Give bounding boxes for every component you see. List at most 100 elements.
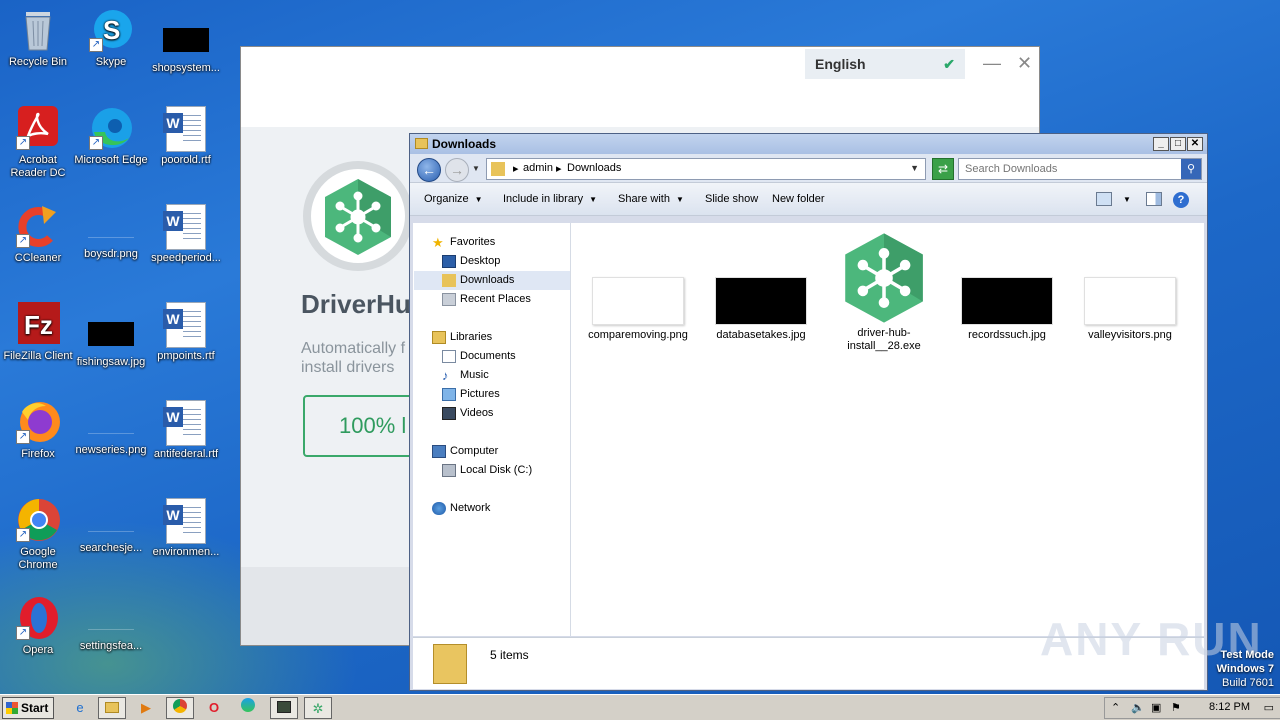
clock[interactable]: 8:12 PM	[1209, 701, 1250, 713]
image-thumbnail	[88, 322, 134, 346]
desktop-icon-speedperiod[interactable]: W speedperiod...	[148, 204, 224, 265]
shortcut-arrow-icon: ↗	[89, 38, 103, 52]
file-item[interactable]: valleyvisitors.png	[1075, 277, 1185, 342]
explorer-window: Downloads _ □ ✕ ← → ▼ ▸ admin ▸ Download…	[409, 133, 1208, 691]
change-view-icon[interactable]	[1096, 192, 1112, 206]
desktop-icon-settingsfea[interactable]: settingsfea...	[73, 596, 149, 653]
show-desktop-icon[interactable]: ▭	[1264, 701, 1274, 714]
slide-show-button[interactable]: Slide show	[705, 193, 758, 205]
desktop-icon-chrome[interactable]: ↗ Google Chrome	[0, 498, 76, 572]
maximize-button[interactable]: □	[1170, 137, 1186, 151]
desktop-icon-opera[interactable]: ↗ Opera	[0, 596, 76, 657]
desktop-icon-environmen[interactable]: W environmen...	[148, 498, 224, 559]
network-tool-taskbar-icon[interactable]	[270, 697, 298, 719]
breadcrumb-downloads[interactable]: Downloads	[567, 162, 621, 174]
new-folder-button[interactable]: New folder	[772, 193, 825, 205]
nav-desktop[interactable]: Desktop	[440, 252, 500, 271]
share-with-button[interactable]: Share with ▼	[618, 193, 684, 205]
search-input[interactable]	[959, 159, 1177, 179]
file-item[interactable]: recordssuch.jpg	[952, 277, 1062, 342]
nav-label: Pictures	[460, 388, 500, 400]
desktop-icon-label: fishingsaw.jpg	[76, 356, 146, 368]
desktop-icon-firefox[interactable]: ↗ Firefox	[0, 400, 76, 461]
desktop-icon-acrobat[interactable]: ↗ Acrobat Reader DC	[0, 106, 76, 180]
chevron-down-icon[interactable]: ▼	[910, 163, 919, 173]
command-bar: Organize ▼ Include in library ▼ Share with…	[410, 182, 1207, 216]
internet-explorer-icon[interactable]: e	[66, 697, 94, 719]
address-input[interactable]: ▸ admin ▸ Downloads ▼	[486, 158, 926, 180]
image-thumbnail	[88, 508, 134, 532]
show-hidden-icons-icon[interactable]: ⌃	[1111, 701, 1120, 714]
nav-music[interactable]: ♪ Music	[440, 366, 489, 385]
driverhub-taskbar-icon[interactable]: ✲	[304, 697, 332, 719]
nav-documents[interactable]: Documents	[440, 347, 516, 366]
nav-libraries[interactable]: Libraries	[430, 328, 492, 347]
desktop-icon-recycle-bin[interactable]: Recycle Bin	[0, 8, 76, 69]
network-status-icon[interactable]: ▣	[1151, 701, 1161, 714]
nav-pictures[interactable]: Pictures	[440, 385, 500, 404]
file-item[interactable]: databasetakes.jpg	[706, 277, 816, 342]
desktop-icon-ccleaner[interactable]: ↗ CCleaner	[0, 204, 76, 265]
explorer-taskbar-icon[interactable]	[98, 697, 126, 719]
language-value: English	[815, 56, 866, 72]
file-item[interactable]: driver-hub-install__28.exe	[829, 231, 939, 353]
image-thumbnail	[163, 28, 209, 52]
language-select[interactable]: English ✔	[805, 49, 965, 79]
nav-videos[interactable]: Videos	[440, 404, 493, 423]
chevron-down-icon: ▼	[474, 195, 483, 204]
breadcrumb-admin[interactable]: admin	[523, 162, 553, 174]
search-icon[interactable]: ⚲	[1181, 159, 1201, 179]
desktop-icon-boysdr[interactable]: boysdr.png	[73, 204, 149, 261]
nav-favorites[interactable]: ★ Favorites	[430, 233, 495, 252]
forward-button[interactable]: →	[445, 158, 469, 182]
back-button[interactable]: ←	[417, 158, 441, 182]
chrome-taskbar-icon[interactable]	[166, 697, 194, 719]
nav-network[interactable]: Network	[430, 499, 490, 518]
music-icon: ♪	[442, 368, 449, 383]
help-icon[interactable]: ?	[1173, 192, 1189, 208]
address-bar: ← → ▼ ▸ admin ▸ Downloads ▼ ⇄ ⚲	[410, 154, 1207, 182]
minimize-button[interactable]: _	[1153, 137, 1169, 151]
desktop-icon-pmpoints[interactable]: W pmpoints.rtf	[148, 302, 224, 363]
preview-pane-icon[interactable]	[1146, 192, 1162, 206]
desktop-icon-shopsystem[interactable]: shopsystem...	[148, 18, 224, 75]
desktop-icon-edge[interactable]: ↗ Microsoft Edge	[73, 106, 149, 167]
close-button[interactable]: ✕	[1187, 137, 1203, 151]
image-thumbnail	[715, 277, 807, 325]
media-player-icon[interactable]: ▶	[132, 697, 160, 719]
explorer-titlebar[interactable]: Downloads _ □ ✕	[410, 134, 1207, 154]
nav-recent-places[interactable]: Recent Places	[440, 290, 531, 309]
desktop-icon-skype[interactable]: S ↗ Skype	[73, 8, 149, 69]
image-thumbnail	[88, 606, 134, 630]
nav-computer[interactable]: Computer	[430, 442, 498, 461]
desktop-icon-newseries[interactable]: newseries.png	[73, 400, 149, 457]
organize-button[interactable]: Organize ▼	[424, 193, 483, 205]
svg-text:S: S	[103, 15, 120, 45]
breadcrumb-separator: ▸	[513, 163, 519, 175]
desktop-icon-label: Microsoft Edge	[74, 154, 148, 166]
close-button[interactable]: ✕	[1017, 53, 1032, 74]
nav-local-disk[interactable]: Local Disk (C:)	[440, 461, 532, 480]
nav-downloads[interactable]: Downloads	[414, 271, 570, 290]
desktop-icon-antifederal[interactable]: W antifederal.rtf	[148, 400, 224, 461]
desktop-icon-poorold[interactable]: W poorold.rtf	[148, 106, 224, 167]
start-button[interactable]: Start	[2, 697, 54, 719]
desktop-icon-searchesje[interactable]: searchesje...	[73, 498, 149, 555]
action-center-flag-icon[interactable]: ⚑	[1171, 701, 1181, 714]
opera-taskbar-icon[interactable]: O	[200, 697, 228, 719]
nav-label: Libraries	[450, 331, 493, 343]
chevron-down-icon[interactable]: ▼	[1123, 195, 1131, 204]
include-in-library-button[interactable]: Include in library ▼	[503, 193, 597, 205]
volume-icon[interactable]: 🔈	[1131, 701, 1145, 714]
edge-taskbar-icon[interactable]	[234, 697, 262, 719]
desktop-icon	[442, 255, 456, 268]
explorer-content: ★ Favorites Desktop Downloads Recent Plac…	[413, 223, 1204, 636]
refresh-button[interactable]: ⇄	[932, 158, 954, 180]
file-item[interactable]: comparemoving.png	[583, 277, 693, 342]
desktop-icon-label: Acrobat Reader DC	[10, 154, 66, 179]
desktop-icon-filezilla[interactable]: Fz FileZilla Client	[0, 302, 76, 363]
desktop-icon-fishingsaw[interactable]: fishingsaw.jpg	[73, 312, 149, 369]
videos-icon	[442, 407, 456, 420]
minimize-button[interactable]: —	[983, 53, 1001, 74]
recent-pages-icon[interactable]: ▼	[472, 164, 480, 173]
